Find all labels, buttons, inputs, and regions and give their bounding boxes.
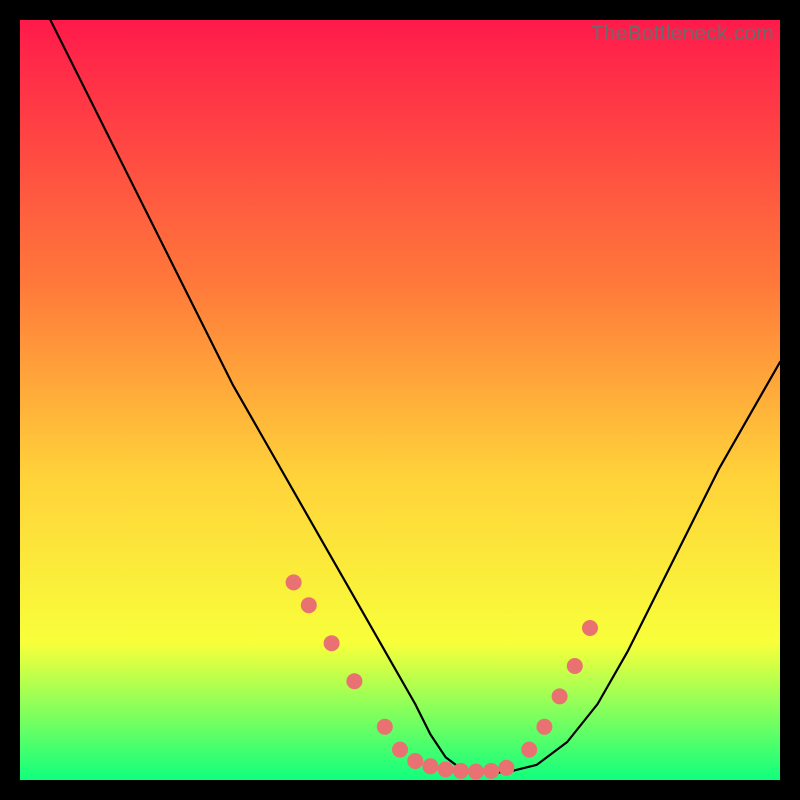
scatter-point — [483, 763, 499, 779]
scatter-point — [377, 719, 393, 735]
scatter-point — [422, 758, 438, 774]
scatter-point — [521, 742, 537, 758]
scatter-point — [567, 658, 583, 674]
chart-frame: TheBottleneck.com — [20, 20, 780, 780]
scatter-point — [301, 597, 317, 613]
watermark-label: TheBottleneck.com — [591, 22, 774, 46]
gradient-background — [20, 20, 780, 780]
scatter-point — [392, 742, 408, 758]
scatter-point — [536, 719, 552, 735]
scatter-point — [346, 673, 362, 689]
scatter-point — [324, 635, 340, 651]
scatter-point — [582, 620, 598, 636]
scatter-point — [407, 753, 423, 769]
scatter-point — [438, 761, 454, 777]
scatter-point — [498, 760, 514, 776]
scatter-point — [468, 764, 484, 780]
scatter-point — [552, 688, 568, 704]
scatter-point — [453, 763, 469, 779]
scatter-point — [286, 574, 302, 590]
bottleneck-chart — [20, 20, 780, 780]
